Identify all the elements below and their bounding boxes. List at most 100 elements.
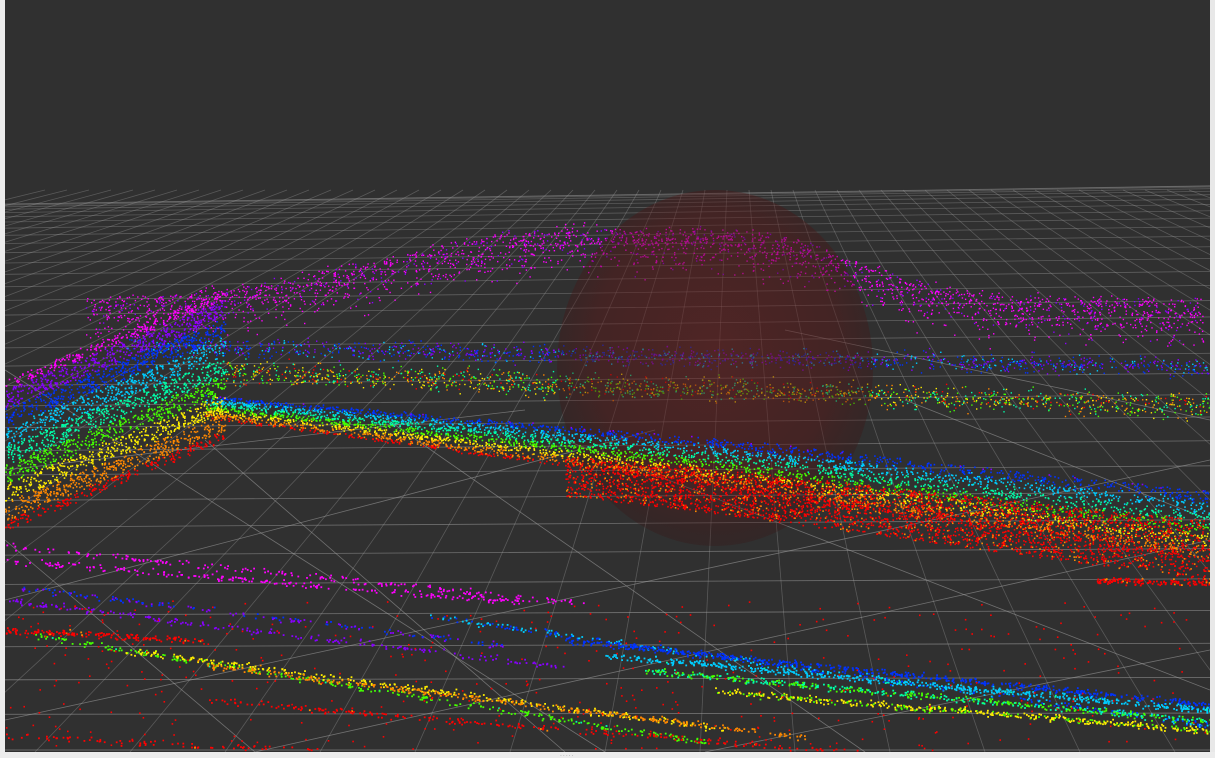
cloud-point	[1203, 369, 1205, 372]
cloud-point	[1205, 365, 1207, 367]
cloud-point	[137, 296, 139, 298]
cloud-point	[981, 392, 983, 394]
cloud-point	[205, 350, 208, 352]
cloud-point	[174, 315, 176, 317]
cloud-point	[881, 283, 884, 285]
cloud-point	[443, 349, 445, 351]
cloud-point	[941, 302, 943, 304]
cloud-point	[979, 303, 981, 305]
cloud-point	[444, 256, 446, 258]
cloud-point	[230, 292, 233, 294]
cloud-point	[538, 361, 540, 363]
cloud-point	[1194, 331, 1196, 333]
cloud-point	[554, 391, 556, 394]
cloud-point	[893, 361, 896, 363]
cloud-point	[1115, 401, 1117, 403]
cloud-point	[344, 270, 347, 272]
cloud-point	[335, 300, 337, 302]
cloud-point	[324, 354, 326, 356]
cloud-point	[943, 298, 946, 300]
cloud-point	[1108, 309, 1110, 311]
cloud-point	[429, 257, 432, 259]
cloud-point	[305, 371, 307, 373]
cloud-point	[516, 346, 518, 348]
cloud-point	[248, 286, 250, 288]
cloud-point	[315, 289, 317, 291]
cloud-point	[864, 288, 866, 291]
cloud-point	[855, 261, 857, 263]
cloud-point	[955, 407, 957, 409]
cloud-point	[985, 394, 987, 396]
cloud-point	[288, 297, 290, 299]
point-cloud-scene[interactable]	[5, 0, 1210, 752]
cloud-point	[902, 308, 904, 310]
cloud-point	[481, 360, 483, 362]
cloud-point	[174, 345, 176, 347]
cloud-point	[880, 363, 882, 365]
cloud-point	[491, 281, 493, 283]
cloud-point	[596, 242, 598, 244]
cloud-point	[414, 260, 417, 262]
cloud-point	[1020, 321, 1022, 323]
cloud-point	[190, 295, 193, 298]
cloud-point	[147, 310, 149, 312]
cloud-point	[489, 270, 492, 272]
cloud-point	[258, 369, 260, 371]
cloud-point	[1033, 371, 1035, 373]
cloud-point	[319, 284, 321, 287]
cloud-point	[273, 297, 275, 299]
cloud-point	[313, 301, 315, 303]
cloud-point	[972, 359, 975, 361]
cloud-point	[1127, 371, 1129, 373]
cloud-point	[309, 289, 311, 291]
cloud-point	[1090, 316, 1092, 318]
cloud-point	[534, 230, 536, 233]
cloud-point	[1003, 303, 1005, 306]
cloud-point	[529, 360, 531, 362]
cloud-point	[1191, 321, 1194, 323]
3d-viewport[interactable]	[5, 0, 1210, 752]
cloud-point	[207, 295, 209, 297]
cloud-point	[1206, 369, 1208, 371]
cloud-point	[415, 388, 417, 390]
cloud-point	[1202, 322, 1204, 324]
cloud-point	[186, 319, 189, 321]
cloud-point	[557, 260, 559, 263]
cloud-point	[905, 282, 907, 284]
cloud-point	[914, 303, 916, 305]
cloud-point	[122, 304, 125, 306]
cloud-point	[1071, 310, 1073, 312]
cloud-point	[1024, 372, 1027, 374]
cloud-point	[232, 311, 235, 314]
cloud-point	[1187, 310, 1189, 312]
cloud-point	[476, 352, 478, 354]
cloud-point	[1029, 317, 1031, 320]
cloud-point	[550, 376, 553, 379]
cloud-point	[1123, 304, 1126, 306]
cloud-point	[1016, 360, 1018, 363]
cloud-point	[1059, 397, 1061, 399]
cloud-point	[1200, 298, 1202, 301]
cloud-point	[232, 373, 234, 375]
cloud-point	[351, 274, 353, 276]
cloud-point	[358, 350, 360, 352]
cloud-point	[238, 290, 241, 293]
cloud-point	[1062, 368, 1064, 371]
cloud-point	[905, 355, 907, 357]
cloud-point	[957, 295, 960, 297]
cloud-point	[384, 271, 386, 273]
cloud-point	[224, 300, 227, 302]
cloud-point	[1146, 319, 1148, 321]
cloud-point	[971, 318, 974, 320]
cloud-point	[1081, 302, 1083, 304]
cloud-point	[580, 234, 582, 237]
cloud-point	[1196, 314, 1199, 317]
cloud-point	[1184, 368, 1187, 370]
cloud-point	[986, 361, 988, 363]
cloud-point	[955, 292, 957, 294]
cloud-point	[861, 271, 863, 274]
cloud-point	[1137, 313, 1139, 316]
cloud-point	[137, 307, 139, 309]
cloud-point	[267, 350, 269, 353]
cloud-point	[580, 254, 582, 256]
